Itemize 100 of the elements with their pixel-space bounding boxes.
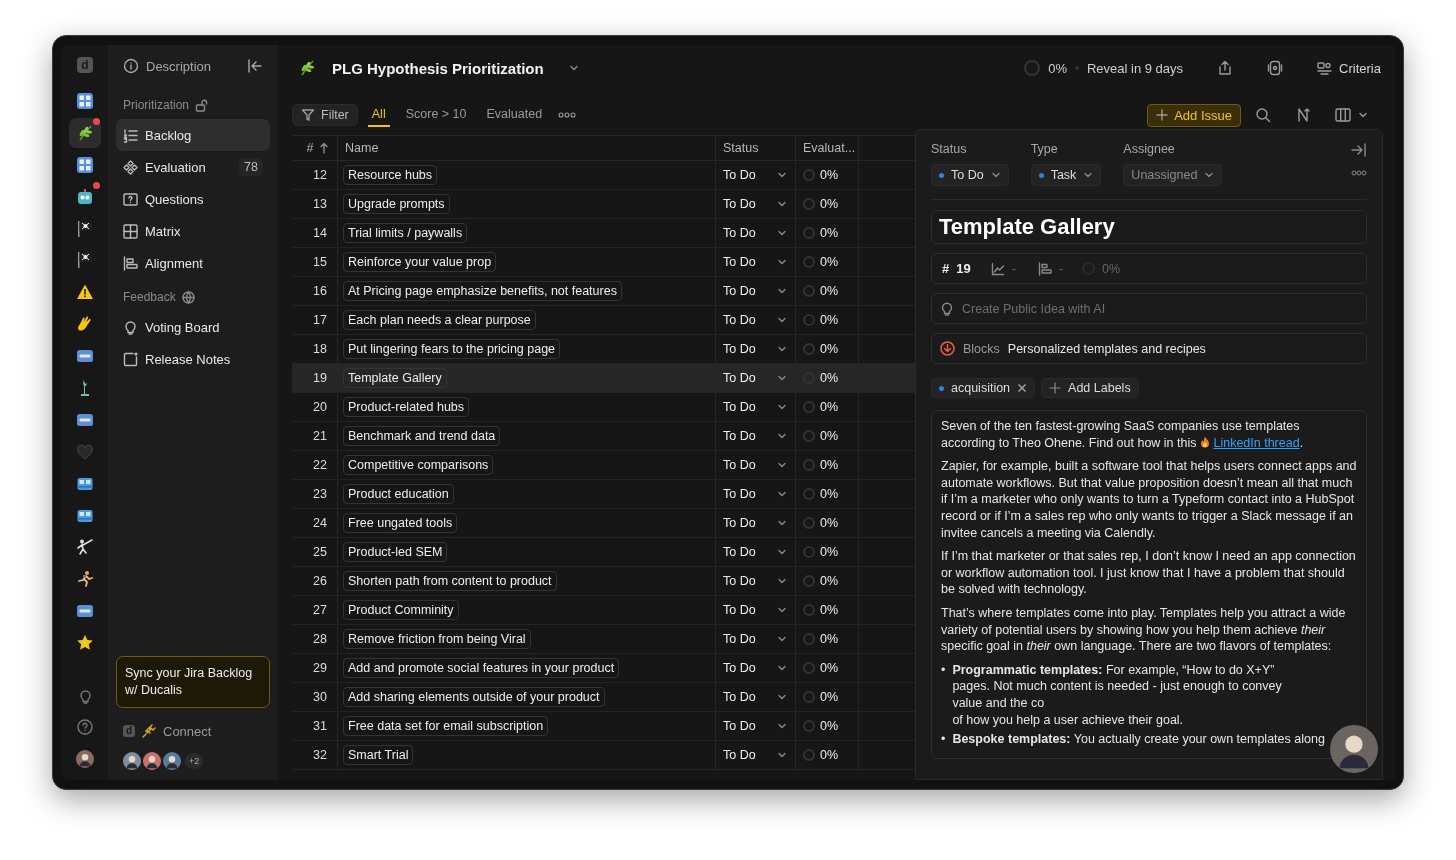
criteria-button[interactable]: Criteria [1317,60,1381,76]
sidebar-item[interactable]: Questions [116,183,270,215]
issue-name[interactable]: Shorten path from content to product [343,571,557,591]
add-labels-button[interactable]: Add Labels [1041,378,1139,398]
runner-icon[interactable] [76,570,94,589]
user-avatar[interactable] [76,750,94,768]
issue-name[interactable]: Add sharing elements outside of your product [343,687,605,707]
related-issue-link[interactable]: Personalized templates and recipes [1007,341,1206,356]
connect-link[interactable]: Connect [163,723,212,739]
more-icon[interactable] [558,111,577,119]
chevron-down-icon[interactable] [777,228,787,238]
chevron-down-icon[interactable] [777,721,787,731]
table-row[interactable]: 17 Each plan needs a clear purpose To Do 0% [292,306,915,335]
table-row[interactable]: 27 Product Comminity To Do 0% [292,596,915,625]
issue-name[interactable]: Put lingering fears to the pricing page [343,339,561,359]
table-row[interactable]: 22 Competitive comparisons To Do 0% [292,451,915,480]
issue-name[interactable]: Upgrade prompts [343,194,450,214]
field-dropdown[interactable]: Unassigned [1123,164,1223,186]
table-row[interactable]: 26 Shorten path from content to product To Do 0% [292,567,915,596]
chevron-down-icon[interactable] [777,199,787,209]
issue-name[interactable]: Reinforce your value prop [343,252,497,272]
table-row[interactable]: 30 Add sharing elements outside of your product To Do 0% [292,683,915,712]
table-row[interactable]: 15 Reinforce your value prop To Do 0% [292,248,915,277]
add-issue-button[interactable]: Add Issue [1147,103,1241,127]
sidebar-item[interactable]: Backlog [116,119,270,151]
chevron-down-icon[interactable] [777,373,787,383]
pirate-flag-icon[interactable] [76,251,94,270]
search-icon[interactable] [1255,107,1271,123]
filter-tab[interactable]: Score > 10 [401,103,471,127]
collapse-icon[interactable] [247,58,263,74]
filter-tab[interactable]: Evaluated [482,103,547,127]
issue-name[interactable]: Product-led SEM [343,542,448,562]
issue-name[interactable]: At Pricing page emphasize benefits, not features [343,281,622,301]
sort-ascending-icon[interactable] [319,142,330,154]
robot-icon[interactable] [76,187,94,206]
issue-name[interactable]: Free ungated tools [343,513,458,533]
chevron-down-icon[interactable] [777,460,787,470]
sidebar-item[interactable]: Release Notes [116,343,270,375]
issue-name[interactable]: Product Comminity [343,600,459,620]
chevron-down-icon[interactable] [777,315,787,325]
issue-name[interactable]: Product education [343,484,454,504]
sidebar-item[interactable]: Alignment [116,247,270,279]
issue-name[interactable]: Free data set for email subscription [343,716,549,736]
help-icon[interactable] [77,719,93,735]
chevron-down-icon[interactable] [777,170,787,180]
warning-icon[interactable] [76,283,94,302]
chevron-down-icon[interactable] [777,750,787,760]
numbers-icon[interactable] [76,155,94,174]
sidebar-item[interactable]: Evaluation 78 [116,151,270,183]
fencer-icon[interactable] [76,538,94,557]
chevron-down-icon[interactable] [777,344,787,354]
title-field[interactable]: Template Gallery [931,210,1367,244]
table-row[interactable]: 21 Benchmark and trend data To Do 0% [292,422,915,451]
table-row[interactable]: 12 Resource hubs To Do 0% [292,161,915,190]
table-row[interactable]: 29 Add and promote social features in your product To Do 0% [292,654,915,683]
issue-name[interactable]: Template Gallery [343,368,447,388]
field-dropdown[interactable]: Task [1030,164,1102,186]
chevron-down-icon[interactable] [777,576,787,586]
issue-name[interactable]: Smart Trial [343,745,414,765]
description-link[interactable]: Description [146,58,240,74]
field-dropdown[interactable]: To Do [931,164,1009,186]
table-row[interactable]: 14 Trial limits / paywalls To Do 0% [292,219,915,248]
issue-name[interactable]: Competitive comparisons [343,455,494,475]
table-row[interactable]: 24 Free ungated tools To Do 0% [292,509,915,538]
table-row[interactable]: 19 Template Gallery To Do 0% [292,364,915,393]
table-row[interactable]: 28 Remove friction from being Viral To Do 0% [292,625,915,654]
chevron-down-icon[interactable] [777,634,787,644]
sort-icon[interactable] [1295,107,1311,123]
linkedin-link[interactable]: LinkedIn thread [1213,435,1300,450]
issue-name[interactable]: Product-related hubs [343,397,470,417]
table-row[interactable]: 16 At Pricing page emphasize benefits, not features To Do 0% [292,277,915,306]
table-row[interactable]: 13 Upgrade prompts To Do 0% [292,190,915,219]
issue-name[interactable]: Remove friction from being Viral [343,629,531,649]
chevron-down-icon[interactable] [777,605,787,615]
label-chip[interactable]: acquisition [931,378,1036,398]
chevron-down-icon[interactable] [777,663,787,673]
chat-avatar[interactable] [1330,725,1378,773]
chevron-down-icon[interactable] [777,547,787,557]
chevron-down-icon[interactable] [777,257,787,267]
sidebar-item[interactable]: Matrix [116,215,270,247]
chevron-down-icon[interactable] [777,286,787,296]
issue-name[interactable]: Benchmark and trend data [343,426,501,446]
sidebar-item[interactable]: Voting Board [116,311,270,343]
project-button[interactable] [69,117,101,148]
close-panel-icon[interactable] [1351,142,1367,158]
chevron-down-icon[interactable] [777,692,787,702]
table-row[interactable]: 32 Smart Trial To Do 0% [292,741,915,770]
pirate-flag-icon[interactable] [76,219,94,238]
chevron-down-icon[interactable] [777,402,787,412]
more-icon[interactable] [1351,170,1367,176]
table-row[interactable]: 25 Product-led SEM To Do 0% [292,538,915,567]
filter-tab[interactable]: All [367,103,390,127]
table-row[interactable]: 31 Free data set for email subscription To Do 0% [292,712,915,741]
columns-icon[interactable] [1335,107,1351,123]
share-icon[interactable] [1217,60,1234,76]
filter-button[interactable]: Filter [292,104,358,126]
chevron-down-icon[interactable] [777,518,787,528]
table-row[interactable]: 23 Product education To Do 0% [292,480,915,509]
chevron-down-icon[interactable] [777,431,787,441]
lightbulb-icon[interactable] [77,689,93,704]
